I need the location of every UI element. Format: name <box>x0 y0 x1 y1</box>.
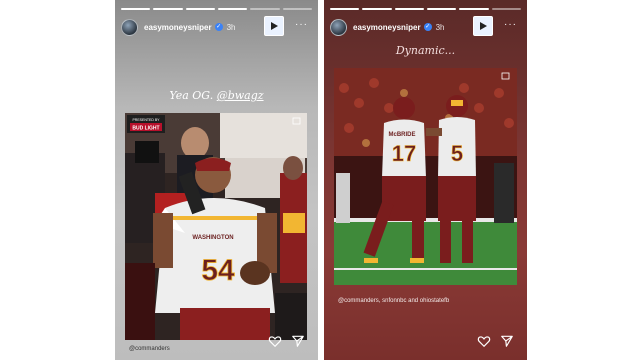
sponsor-top-text: PRESENTED BY <box>132 118 160 122</box>
progress-segment <box>394 8 424 10</box>
story-card[interactable]: easymoneysniper ✓ 3h ··· Dynamic... McBR… <box>324 0 527 360</box>
more-options-icon[interactable]: ··· <box>295 20 308 30</box>
player-celebration-photo: WASHINGTON 54 PRESENTED BY BUD LIGHT <box>125 113 307 340</box>
username[interactable]: easymoneysniper <box>353 23 421 32</box>
progress-segment <box>153 8 183 10</box>
story-progress-bar <box>330 8 521 10</box>
progress-segment <box>362 8 392 10</box>
story-header: easymoneysniper ✓ 3h ··· <box>121 16 312 37</box>
jersey-number-text: 17 <box>392 141 416 166</box>
progress-segment <box>459 8 489 10</box>
username[interactable]: easymoneysniper <box>144 23 212 32</box>
avatar[interactable] <box>330 18 347 36</box>
story-caption: Yea OG. @bwagz <box>115 89 318 102</box>
story-photo: WASHINGTON 54 PRESENTED BY BUD LIGHT <box>125 113 307 340</box>
story-progress-bar <box>121 8 312 10</box>
story-header: easymoneysniper ✓ 3h ··· <box>330 16 521 37</box>
progress-segment <box>217 8 248 10</box>
play-button[interactable] <box>473 16 493 36</box>
like-heart-icon[interactable] <box>268 334 282 348</box>
progress-segment <box>250 8 280 10</box>
caption-mention[interactable]: @bwagz <box>217 89 264 102</box>
caption-text: Dynamic... <box>395 44 456 57</box>
progress-segment <box>185 8 215 10</box>
post-time: 3h <box>226 22 236 32</box>
progress-segment <box>330 8 360 10</box>
progress-segment <box>426 8 457 10</box>
progress-segment <box>282 8 312 10</box>
jersey-name-text: McBRIDE <box>388 132 415 138</box>
sponsor-brand-text: BUD LIGHT <box>132 126 159 132</box>
more-options-icon[interactable]: ··· <box>504 20 517 30</box>
jersey-number-text: 54 <box>201 254 235 287</box>
jersey-team-text: WASHINGTON <box>192 235 233 241</box>
avatar[interactable] <box>121 18 138 36</box>
progress-segment <box>121 8 151 10</box>
photo-credit[interactable]: @commanders <box>129 346 170 352</box>
play-icon <box>480 22 487 30</box>
players-field-photo: McBRIDE 17 5 <box>334 68 517 285</box>
caption-text: Yea OG. <box>169 89 217 102</box>
play-icon <box>271 22 278 30</box>
play-button[interactable] <box>264 16 284 36</box>
jersey-number-text: 5 <box>451 141 463 166</box>
photo-credit[interactable]: @commanders, snfonnbc and ohiostatefb <box>338 298 449 304</box>
progress-segment <box>491 8 521 10</box>
like-heart-icon[interactable] <box>477 334 491 348</box>
send-icon[interactable] <box>500 334 514 348</box>
page: { "stories": [ { "username": "easymoneys… <box>0 0 640 360</box>
verified-badge-icon: ✓ <box>214 23 223 31</box>
verified-badge-icon: ✓ <box>423 23 432 31</box>
story-card[interactable]: easymoneysniper ✓ 3h ··· Yea OG. @bwagz <box>115 0 318 360</box>
story-photo: McBRIDE 17 5 <box>334 68 517 285</box>
send-icon[interactable] <box>291 334 305 348</box>
post-time: 3h <box>435 22 445 32</box>
story-caption: Dynamic... <box>324 44 527 57</box>
